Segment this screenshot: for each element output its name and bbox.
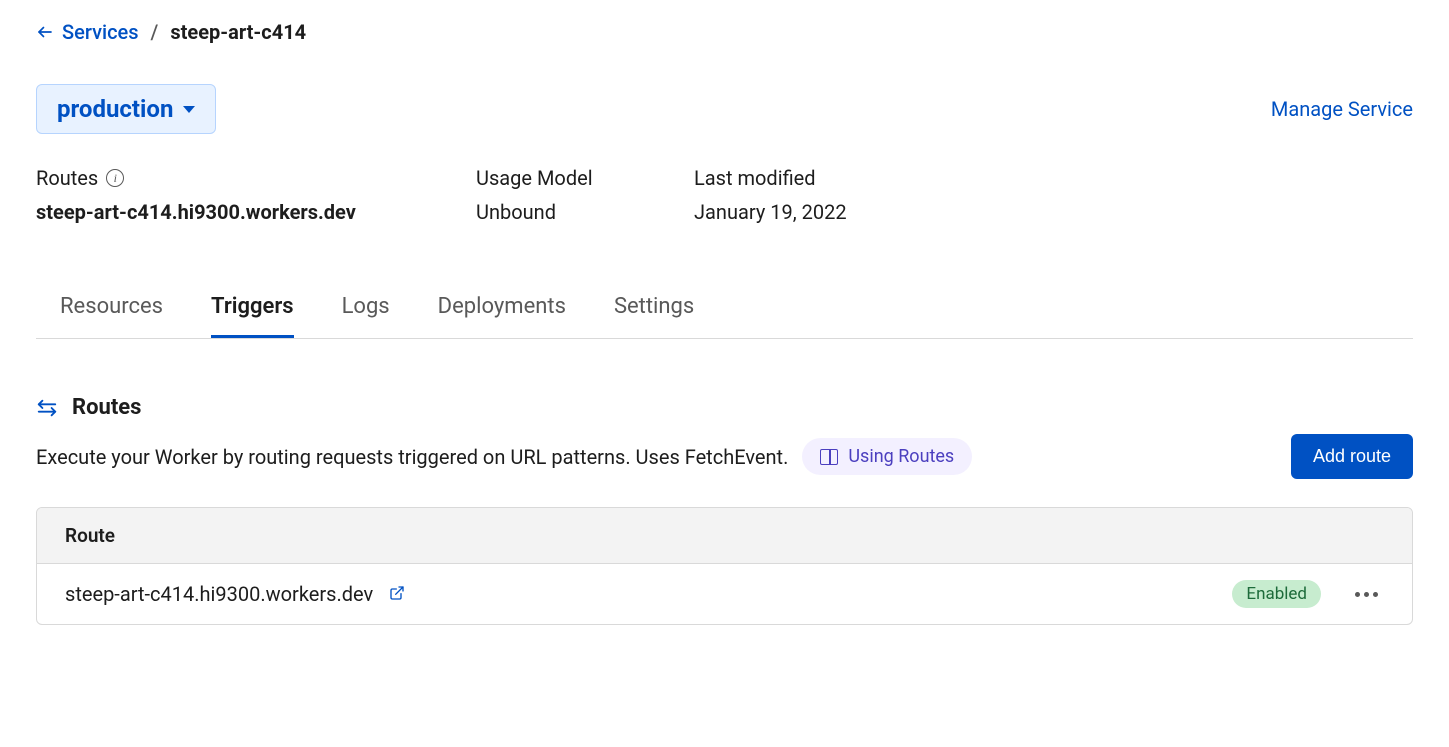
external-link-icon bbox=[389, 585, 405, 601]
breadcrumb-separator: / bbox=[151, 20, 159, 44]
swap-icon bbox=[36, 397, 58, 419]
meta-routes-label-row: Routes i bbox=[36, 166, 476, 190]
arrow-left-icon bbox=[36, 23, 54, 41]
tab-logs[interactable]: Logs bbox=[342, 284, 390, 338]
meta-last-modified-label: Last modified bbox=[694, 166, 1413, 190]
routes-section: Routes Execute your Worker by routing re… bbox=[36, 395, 1413, 625]
route-open-link[interactable] bbox=[389, 582, 405, 606]
meta-row: Routes i steep-art-c414.hi9300.workers.d… bbox=[36, 166, 1413, 224]
meta-usage-model-label: Usage Model bbox=[476, 166, 694, 190]
tabs: Resources Triggers Logs Deployments Sett… bbox=[36, 284, 1413, 339]
breadcrumb-back-link[interactable]: Services bbox=[36, 20, 139, 44]
routes-table: Route steep-art-c414.hi9300.workers.dev … bbox=[36, 507, 1413, 625]
meta-routes-value: steep-art-c414.hi9300.workers.dev bbox=[36, 200, 476, 224]
tab-resources[interactable]: Resources bbox=[60, 284, 163, 338]
routes-desc-row: Execute your Worker by routing requests … bbox=[36, 434, 1413, 479]
tab-triggers[interactable]: Triggers bbox=[211, 284, 294, 338]
book-icon bbox=[820, 449, 838, 465]
using-routes-label: Using Routes bbox=[848, 446, 954, 467]
tab-settings[interactable]: Settings bbox=[614, 284, 694, 338]
manage-service-link[interactable]: Manage Service bbox=[1271, 97, 1413, 121]
routes-section-header: Routes bbox=[36, 395, 1413, 420]
breadcrumb-back-label: Services bbox=[62, 20, 139, 44]
routes-title: Routes bbox=[72, 395, 141, 420]
meta-routes-label: Routes bbox=[36, 166, 98, 190]
header-row: production Manage Service bbox=[36, 84, 1413, 134]
environment-dropdown[interactable]: production bbox=[36, 84, 216, 134]
routes-table-header: Route bbox=[37, 508, 1412, 564]
meta-last-modified-value: January 19, 2022 bbox=[694, 200, 1413, 224]
breadcrumb-current: steep-art-c414 bbox=[170, 20, 306, 44]
dots-icon bbox=[1355, 592, 1360, 597]
tab-deployments[interactable]: Deployments bbox=[438, 284, 566, 338]
routes-description: Execute your Worker by routing requests … bbox=[36, 445, 788, 469]
status-badge: Enabled bbox=[1232, 580, 1321, 608]
using-routes-link[interactable]: Using Routes bbox=[802, 438, 972, 475]
more-menu-button[interactable] bbox=[1349, 586, 1384, 603]
meta-last-modified: Last modified January 19, 2022 bbox=[694, 166, 1413, 224]
add-route-button[interactable]: Add route bbox=[1291, 434, 1413, 479]
chevron-down-icon bbox=[183, 106, 195, 113]
meta-usage-model-value: Unbound bbox=[476, 200, 694, 224]
route-actions: Enabled bbox=[1232, 580, 1384, 608]
meta-usage-model: Usage Model Unbound bbox=[476, 166, 694, 224]
breadcrumb: Services / steep-art-c414 bbox=[36, 20, 1413, 44]
routes-desc-left: Execute your Worker by routing requests … bbox=[36, 438, 972, 475]
route-cell: steep-art-c414.hi9300.workers.dev bbox=[65, 582, 405, 606]
meta-routes: Routes i steep-art-c414.hi9300.workers.d… bbox=[36, 166, 476, 224]
info-icon[interactable]: i bbox=[106, 169, 124, 187]
environment-label: production bbox=[57, 95, 173, 123]
table-row: steep-art-c414.hi9300.workers.dev Enable… bbox=[37, 564, 1412, 624]
route-value: steep-art-c414.hi9300.workers.dev bbox=[65, 582, 373, 606]
